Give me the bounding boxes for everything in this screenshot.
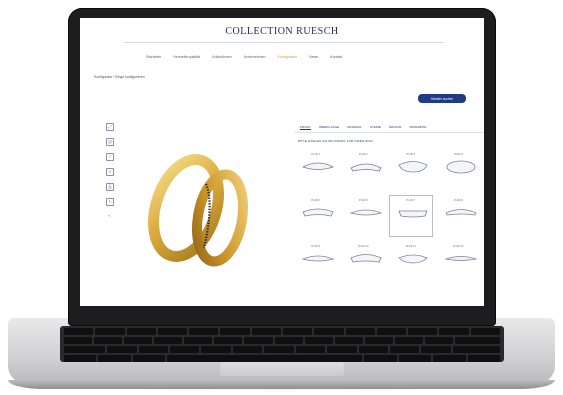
profile-shape-icon — [349, 163, 382, 172]
profile-shape-icon — [443, 256, 478, 261]
profile-shape-icon — [301, 162, 335, 170]
profile-label: Profil 2 — [358, 152, 368, 156]
nav-item-news[interactable]: News — [309, 55, 318, 59]
profile-shape-icon — [398, 161, 428, 173]
nav-item-herstellerqualitaet[interactable]: Herstellerqualität — [173, 55, 200, 59]
tab-material[interactable]: MATERIAL — [347, 125, 362, 129]
ring-preview[interactable] — [134, 138, 274, 278]
profile-label: Profil 5 — [311, 198, 321, 202]
profile-option[interactable]: Profil 3 — [389, 149, 433, 191]
profile-option[interactable]: Profil 5 — [294, 195, 338, 237]
profile-option[interactable]: Profil 1 — [294, 149, 338, 191]
trash-icon[interactable]: ✕ — [106, 168, 114, 176]
profile-label: Profil 8 — [453, 198, 463, 202]
tab-steine[interactable]: STEINE — [370, 125, 381, 129]
tool-icons: ⤢ ▤ ⇪ ✕ ⎙ ↻ ≺ — [106, 123, 114, 219]
ring-left — [148, 154, 224, 262]
keyboard-row-2 — [64, 337, 500, 344]
keyboard-row-4 — [64, 355, 501, 362]
share-icon[interactable]: ⇪ — [106, 153, 114, 161]
profile-label: Profil 6 — [358, 198, 368, 202]
main-nav: Startseite Herstellerqualität Kollektion… — [146, 55, 342, 59]
configurator-tabs: PROFIL OBERFLÄCHE MATERIAL STEINE GRAVUR… — [294, 122, 484, 133]
profile-option[interactable]: Profil 9 — [294, 241, 338, 283]
profile-instruction: BITTE WÄHLEN SIE EIN PROFIL FÜR IHREN RI… — [298, 139, 373, 143]
breadcrumb[interactable]: Konfigurator / Ringe konfigurieren — [94, 75, 145, 79]
profile-option-selected[interactable]: Profil 7 — [389, 195, 433, 237]
profile-option[interactable]: Profil 2 — [342, 149, 386, 191]
profile-shape-icon — [398, 254, 428, 264]
nav-item-konfigurator[interactable]: Konfigurator — [278, 55, 298, 59]
profile-option[interactable]: Profil 11 — [389, 241, 433, 283]
profile-label: Profil 7 — [406, 198, 416, 202]
nav-item-unternehmen[interactable]: Unternehmen — [244, 55, 266, 59]
profile-shape-icon — [349, 254, 382, 263]
profile-shape-icon — [302, 208, 334, 217]
profile-label: Profil 3 — [406, 152, 416, 156]
profile-shape-icon — [446, 160, 475, 174]
keyboard-row-1 — [64, 328, 500, 335]
share-alt-icon[interactable]: ≺ — [106, 213, 112, 219]
profile-option[interactable]: Profil 12 — [437, 241, 481, 283]
document-icon[interactable]: ▤ — [106, 138, 114, 146]
profile-option[interactable]: Profil 10 — [342, 241, 386, 283]
tab-ringweite[interactable]: RINGWEITE — [409, 125, 426, 129]
nav-item-kollektionen[interactable]: Kollektionen — [212, 55, 232, 59]
profile-label: Profil 10 — [358, 244, 369, 248]
profile-label: Profil 9 — [311, 244, 321, 248]
nav-item-startseite[interactable]: Startseite — [146, 55, 161, 59]
trackpad — [220, 362, 344, 376]
dealer-search-button[interactable]: Händler suchen — [418, 94, 466, 103]
tab-gravur[interactable]: GRAVUR — [389, 125, 402, 129]
profile-shape-icon — [398, 210, 428, 218]
profile-grid: Profil 1 Profil 2 Profil 3 Profil 4 Prof… — [294, 149, 480, 283]
header-divider — [124, 42, 444, 43]
laptop-screen: COLLECTION RUESCH Startseite Herstellerq… — [80, 18, 484, 306]
tab-profil[interactable]: PROFIL — [300, 125, 311, 130]
profile-label: Profil 1 — [311, 152, 321, 156]
laptop-base-edge — [8, 380, 555, 389]
profile-shape-icon — [349, 209, 382, 216]
profile-label: Profil 11 — [405, 244, 416, 248]
nav-item-kontakt[interactable]: Kontakt — [330, 55, 342, 59]
refresh-icon[interactable]: ↻ — [106, 198, 114, 206]
keyboard-row-3 — [64, 346, 500, 353]
profile-label: Profil 12 — [453, 244, 464, 248]
profile-shape-icon — [301, 255, 335, 262]
profile-label: Profil 4 — [453, 152, 463, 156]
brand-logo[interactable]: COLLECTION RUESCH — [80, 26, 484, 37]
print-icon[interactable]: ⎙ — [106, 183, 114, 191]
expand-icon[interactable]: ⤢ — [106, 123, 114, 131]
tab-oberflaeche[interactable]: OBERFLÄCHE — [319, 125, 339, 129]
profile-option[interactable]: Profil 6 — [342, 195, 386, 237]
profile-option[interactable]: Profil 4 — [437, 149, 481, 191]
profile-option[interactable]: Profil 8 — [437, 195, 481, 237]
profile-shape-icon — [444, 209, 477, 216]
